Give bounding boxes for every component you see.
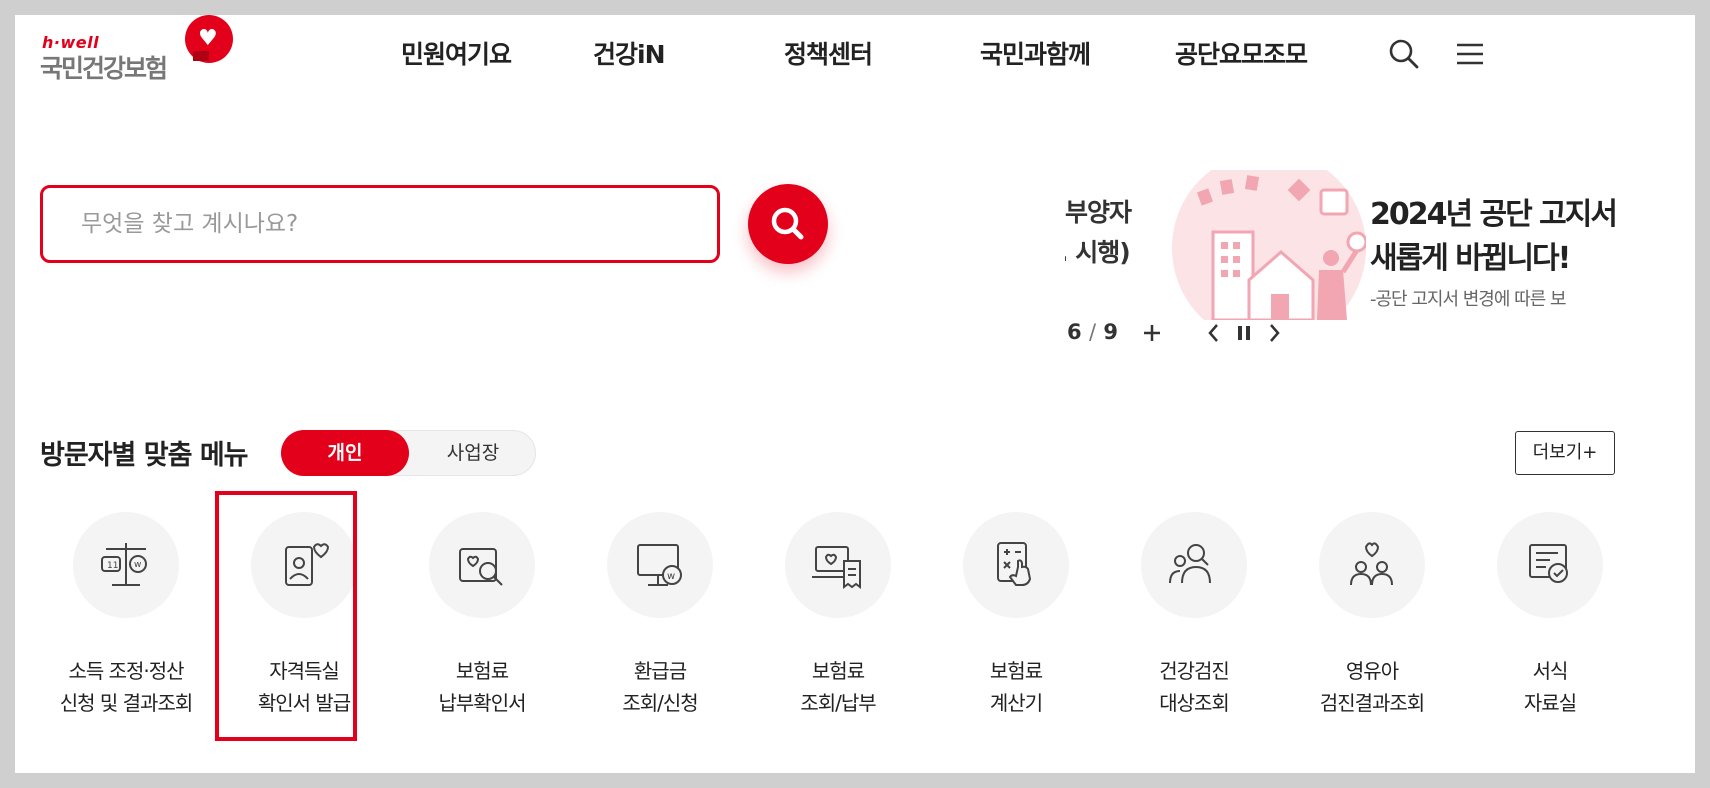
chevron-right-icon[interactable] xyxy=(1259,318,1289,348)
menu-icon-circle xyxy=(785,512,891,618)
menu-icon-circle xyxy=(1141,512,1247,618)
menu-item-label: 보험료납부확인서 xyxy=(393,655,571,719)
tab-business[interactable]: 사업장 xyxy=(409,430,537,476)
label-line: 보험료 xyxy=(811,659,865,683)
nav-item-about[interactable]: 공단요모조모 xyxy=(1175,35,1308,71)
menu-item-label: 서식자료실 xyxy=(1461,655,1639,719)
label-line: 대상조회 xyxy=(1159,691,1230,715)
search-button[interactable] xyxy=(748,184,828,264)
people-search-icon xyxy=(1169,544,1211,584)
menu-icon-circle xyxy=(429,512,535,618)
document-search-icon xyxy=(459,548,503,586)
menu-icon-circle: w xyxy=(607,512,713,618)
menu-item-health-checkup[interactable]: 건강검진대상조회 xyxy=(1105,512,1283,740)
label-line: 조회/납부 xyxy=(800,691,876,715)
menu-item-income-adjustment[interactable]: 11 w 소득 조정·정산신청 및 결과조회 xyxy=(37,512,215,740)
banner-separator: / xyxy=(1088,320,1097,344)
search-input[interactable] xyxy=(43,188,717,260)
menu-item-qualification-certificate[interactable]: 자격득실확인서 발급 xyxy=(215,512,393,740)
label-line: 신청 및 결과조회 xyxy=(59,691,194,715)
label-line: 확인서 발급 xyxy=(257,691,351,715)
label-line: 영유아 xyxy=(1345,659,1399,683)
menu-item-label: 보험료계산기 xyxy=(927,655,1105,719)
label-line: 검진결과조회 xyxy=(1319,691,1425,715)
label-line: 환급금 xyxy=(633,659,687,683)
banner-total: 9 xyxy=(1103,320,1118,344)
label-line: 조회/신청 xyxy=(622,691,698,715)
nav-item-health-in[interactable]: 건강iN xyxy=(593,35,665,71)
banner-title-line: 2024년 공단 고지서 xyxy=(1370,197,1618,232)
menu-item-premium-calculator[interactable]: 보험료계산기 xyxy=(927,512,1105,740)
menu-item-label: 영유아검진결과조회 xyxy=(1283,655,1461,719)
visitor-tabs: 개인 사업장 xyxy=(281,430,536,476)
menu-icon-circle xyxy=(963,512,1069,618)
scale-icon: 11 w xyxy=(101,543,147,586)
plus-icon[interactable] xyxy=(1137,318,1167,348)
laptop-receipt-icon xyxy=(812,546,861,589)
svg-text:w: w xyxy=(667,571,675,582)
tab-personal[interactable]: 개인 xyxy=(281,430,409,476)
nav-item-minwon[interactable]: 민원여기요 xyxy=(401,35,512,71)
nav-item-with-public[interactable]: 국민과함께 xyxy=(980,35,1091,71)
calculator-hand-icon xyxy=(997,542,1032,586)
menu-icon-circle xyxy=(251,512,357,618)
menu-item-premium-payment-certificate[interactable]: 보험료납부확인서 xyxy=(393,512,571,740)
search-box xyxy=(40,185,720,263)
banner-title-line: 새롭게 바뀝니다! xyxy=(1370,241,1571,276)
menu-item-label: 자격득실확인서 발급 xyxy=(215,655,393,719)
monitor-won-icon: w xyxy=(637,544,682,586)
label-line: 서식 xyxy=(1532,659,1569,683)
label-line: 계산기 xyxy=(989,691,1043,715)
banner-description: -공단 고지서 변경에 따른 보 xyxy=(1370,289,1567,310)
section-title: 방문자별 맞춤 메뉴 xyxy=(40,440,249,471)
banner-prev-text: 부양자 xyxy=(1065,198,1132,227)
page: h·well 국민건강보험 ♥ 민원여기요 건강iN 정책센터 국민과함께 공단… xyxy=(15,15,1695,773)
menu-item-infant-checkup[interactable]: 영유아검진결과조회 xyxy=(1283,512,1461,740)
banner-title: 2024년 공단 고지서 새롭게 바뀝니다! xyxy=(1370,193,1618,281)
label-line: 납부확인서 xyxy=(438,691,527,715)
menu-item-label: 건강검진대상조회 xyxy=(1105,655,1283,719)
more-button[interactable]: 더보기+ xyxy=(1515,431,1615,475)
svg-text:w: w xyxy=(134,560,141,570)
menu-icon-circle xyxy=(1497,512,1603,618)
nav-item-policy-center[interactable]: 정책센터 xyxy=(784,35,873,71)
banner-counter: 6 / 9 xyxy=(1067,320,1118,344)
search-icon[interactable] xyxy=(1387,37,1421,71)
banner-prev-text: . 시행) xyxy=(1065,238,1131,267)
menu-item-refund[interactable]: w 환급금조회/신청 xyxy=(571,512,749,740)
label-line: 자료실 xyxy=(1523,691,1577,715)
pause-icon[interactable] xyxy=(1229,318,1259,348)
chevron-left-icon[interactable] xyxy=(1199,318,1229,348)
svg-text:11: 11 xyxy=(107,561,118,571)
house-family-illustration-icon xyxy=(1171,155,1368,345)
label-line: 자격득실 xyxy=(269,659,340,683)
menu-item-label: 소득 조정·정산신청 및 결과조회 xyxy=(37,655,215,719)
menu-icon-circle: 11 w xyxy=(73,512,179,618)
menu-icon-circle xyxy=(1319,512,1425,618)
search-icon xyxy=(771,207,804,240)
menu-item-label: 보험료조회/납부 xyxy=(749,655,927,719)
menu-icon[interactable] xyxy=(1453,37,1487,71)
label-line: 보험료 xyxy=(455,659,509,683)
label-line: 보험료 xyxy=(989,659,1043,683)
main-nav: 민원여기요 건강iN 정책센터 국민과함께 공단요모조모 xyxy=(15,35,1695,75)
id-card-heart-icon xyxy=(285,543,330,586)
form-check-icon xyxy=(1529,544,1568,583)
family-heart-icon xyxy=(1350,542,1393,586)
label-line: 건강검진 xyxy=(1159,659,1230,683)
label-line: 소득 조정·정산 xyxy=(68,659,184,683)
banner-current: 6 xyxy=(1067,320,1082,344)
menu-item-label: 환급금조회/신청 xyxy=(571,655,749,719)
banner-controls: 6 / 9 xyxy=(1067,318,1387,348)
menu-item-premium-payment[interactable]: 보험료조회/납부 xyxy=(749,512,927,740)
menu-item-forms-library[interactable]: 서식자료실 xyxy=(1461,512,1639,740)
